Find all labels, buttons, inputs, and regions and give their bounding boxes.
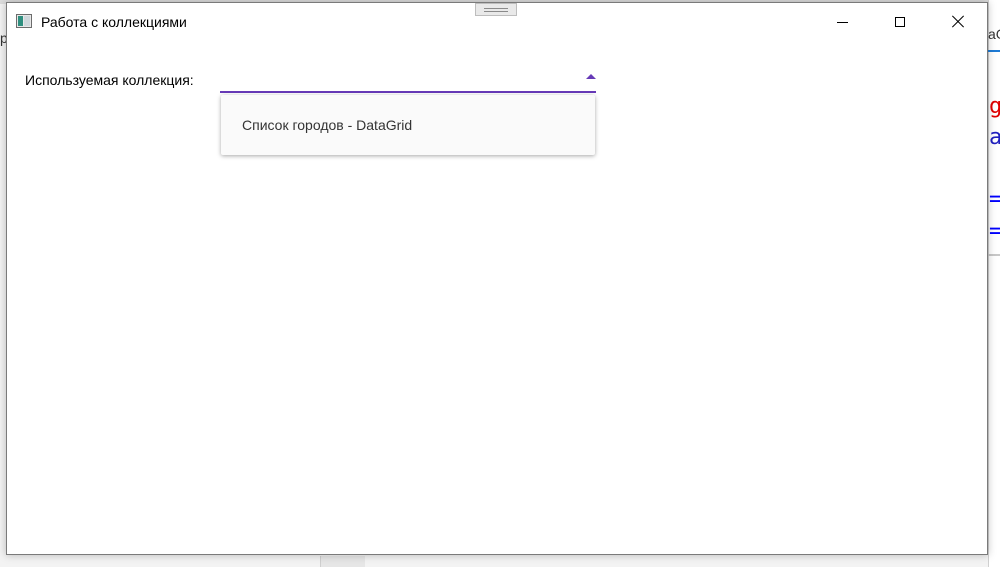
collection-dropdown-list: Список городов - DataGrid	[221, 95, 595, 155]
minimize-icon	[836, 21, 848, 23]
chevron-up-icon[interactable]	[586, 74, 596, 79]
close-button[interactable]	[929, 3, 987, 41]
background-code-line: g	[989, 94, 1000, 119]
dropdown-item-cities-datagrid[interactable]: Список городов - DataGrid	[242, 117, 412, 133]
maximize-icon	[895, 17, 905, 27]
background-divider	[988, 254, 1000, 256]
app-window: Работа с коллекциями Используемая коллек…	[6, 2, 988, 555]
background-scrollbar	[320, 556, 365, 567]
drag-handle[interactable]	[475, 3, 517, 16]
close-icon	[952, 16, 964, 28]
background-editor-tab[interactable]: аG	[988, 26, 1000, 52]
background-code-line: =	[989, 187, 1000, 212]
minimize-button[interactable]	[813, 3, 871, 41]
window-title: Работа с коллекциями	[41, 14, 187, 30]
background-code-line: a	[989, 125, 1000, 150]
background-editor-panel	[988, 0, 1000, 567]
background-code-line: =	[989, 219, 1000, 244]
collection-combobox[interactable]	[220, 65, 596, 93]
app-icon	[16, 14, 32, 28]
maximize-button[interactable]	[871, 3, 929, 41]
collection-label: Используемая коллекция:	[25, 72, 194, 88]
